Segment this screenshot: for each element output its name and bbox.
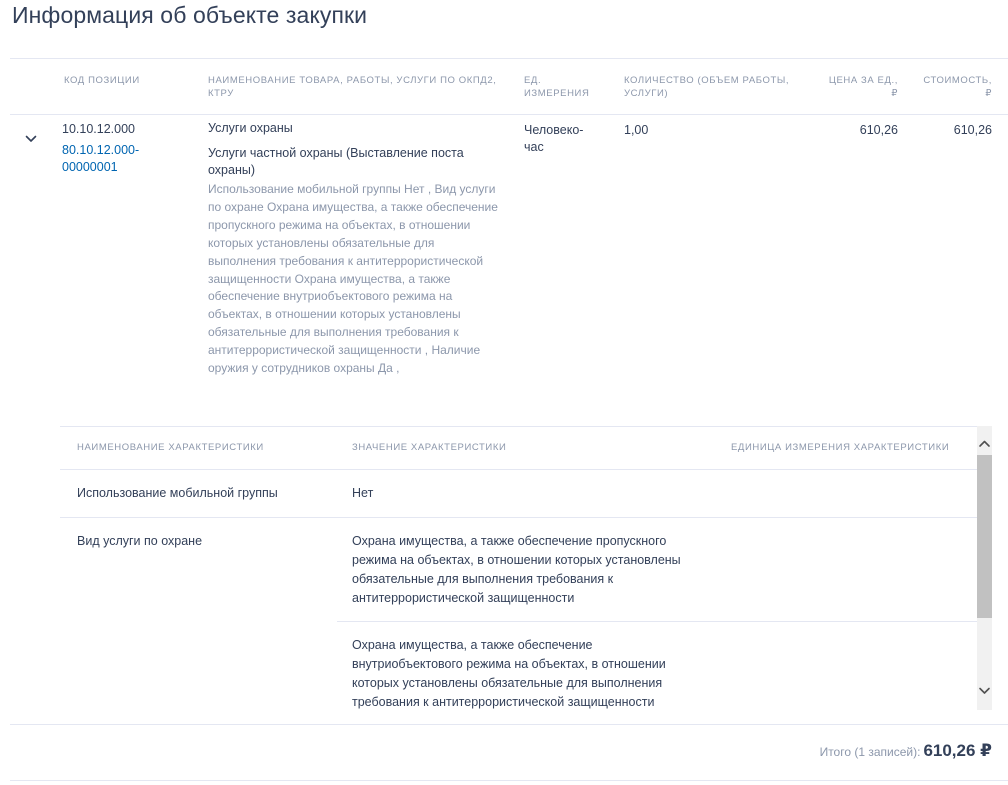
ktru-code-line1[interactable]: 80.10.12.000- — [62, 142, 139, 159]
col-header-unit-line2: ИЗМЕРЕНИЯ — [524, 88, 590, 99]
char-value-line: которых установлены обязательные для вып… — [352, 676, 663, 690]
col-header-quantity-line1: КОЛИЧЕСТВО (ОБЪЕМ РАБОТЫ, — [624, 75, 790, 86]
total-value: 610,26 ₽ — [923, 741, 992, 760]
item-description-line: пропускного режима на объектах, в отноше… — [208, 217, 471, 232]
item-description-line: по охране Охрана имущества, а также обес… — [208, 199, 498, 214]
table-top-divider — [10, 58, 1008, 59]
col-header-price-line2: ₽ — [891, 88, 898, 99]
chevron-down-icon[interactable] — [24, 132, 38, 146]
scroll-up-icon[interactable] — [977, 436, 992, 452]
col-header-name: НАИМЕНОВАНИЕ ТОВАРА, РАБОТЫ, УСЛУГИ ПО О… — [208, 74, 496, 100]
scrollbar-thumb[interactable] — [977, 455, 992, 618]
char-value-line: обязательные для выполнения требования к — [352, 572, 614, 586]
char-row-divider — [60, 517, 977, 518]
item-description-line: антитеррористической защищенности , Нали… — [208, 343, 481, 358]
char-row-name: Вид услуги по охране — [77, 534, 203, 548]
col-header-price: ЦЕНА ЗА ЕД., ₽ — [829, 74, 898, 100]
page-title: Информация об объекте закупки — [12, 2, 368, 28]
char-value-line: требования к антитеррористической защище… — [352, 695, 655, 709]
char-row-value: Охрана имущества, а также обеспечение пр… — [352, 532, 681, 608]
item-description-line: оружия у сотрудников охраны Да , — [208, 361, 400, 376]
col-header-name-line1: НАИМЕНОВАНИЕ ТОВАРА, РАБОТЫ, УСЛУГИ ПО О… — [208, 75, 497, 86]
col-header-price-line1: ЦЕНА ЗА ЕД., — [828, 75, 898, 86]
footer-divider — [10, 780, 1008, 781]
char-header-name: НАИМЕНОВАНИЕ ХАРАКТЕРИСТИКИ — [77, 442, 264, 453]
table-header-divider — [10, 114, 1008, 115]
char-value-line: режима на объектах, в отношении которых … — [352, 553, 681, 567]
item-quantity: 1,00 — [624, 123, 649, 137]
char-row-value: Нет — [352, 486, 374, 500]
char-row-value: Охрана имущества, а также обеспечение вн… — [352, 636, 666, 710]
item-cost: 610,26 — [953, 123, 992, 137]
char-value-line: антитеррористической защищенности — [352, 591, 575, 605]
char-value-divider — [337, 621, 977, 622]
col-header-quantity-line2: УСЛУГИ) — [624, 88, 669, 99]
ktru-code-link[interactable]: 80.10.12.000- 00000001 — [62, 142, 139, 176]
item-description-line: защищенности Охрана имущества, а также — [208, 271, 451, 286]
total-label: Итого (1 записей): — [819, 745, 921, 759]
item-description-line: которых установлены обязательные для — [208, 235, 435, 250]
char-header-unit: ЕДИНИЦА ИЗМЕРЕНИЯ ХАРАКТЕРИСТИКИ — [731, 442, 950, 453]
scroll-down-icon[interactable] — [977, 683, 992, 699]
col-header-cost-line2: ₽ — [985, 88, 992, 99]
col-header-quantity: КОЛИЧЕСТВО (ОБЪЕМ РАБОТЫ, УСЛУГИ) — [624, 74, 789, 100]
col-header-cost: СТОИМОСТЬ, ₽ — [923, 74, 992, 100]
item-name: Услуги охраны — [208, 121, 293, 135]
characteristics-header-divider — [60, 469, 977, 470]
item-description-line: выполнения требования к антитеррористиче… — [208, 253, 484, 268]
item-unit-line1: Человеко- — [524, 123, 584, 137]
characteristics-top-divider — [60, 426, 977, 427]
item-unit: Человеко- час — [524, 122, 583, 156]
item-description-line: обеспечение внутриобъектового режима на — [208, 289, 453, 304]
char-value-line: Охрана имущества, а также обеспечение — [352, 638, 593, 652]
char-value-line: Охрана имущества, а также обеспечение пр… — [352, 534, 667, 548]
item-unit-line2: час — [524, 140, 544, 154]
char-value-line: внутриобъектового режима на объектах, в … — [352, 657, 666, 671]
col-header-unit-line1: ЕД. — [524, 75, 542, 86]
char-row-name: Использование мобильной группы — [77, 486, 278, 500]
item-subname: Услуги частной охраны (Выставление поста… — [208, 145, 464, 179]
item-subname-line1: Услуги частной охраны (Выставление поста — [208, 146, 464, 160]
item-description-line: объектах, в отношении которых установлен… — [208, 307, 461, 322]
ktru-code-line2[interactable]: 00000001 — [62, 159, 139, 176]
item-description-line: Использование мобильной группы Нет , Вид… — [208, 182, 496, 196]
table-bottom-divider — [10, 724, 1008, 725]
item-description: Использование мобильной группы Нет , Вид… — [208, 181, 498, 378]
position-code: 10.10.12.000 — [62, 122, 135, 136]
char-header-value: ЗНАЧЕНИЕ ХАРАКТЕРИСТИКИ — [352, 442, 507, 453]
col-header-cost-line1: СТОИМОСТЬ, — [923, 75, 992, 86]
col-header-name-line2: КТРУ — [208, 88, 234, 99]
col-header-code: КОД ПОЗИЦИИ — [64, 75, 140, 86]
col-header-unit: ЕД. ИЗМЕРЕНИЯ — [524, 74, 589, 100]
item-subname-line2: охраны) — [208, 163, 256, 177]
total-summary: Итого (1 записей): 610,26 ₽ — [820, 741, 992, 761]
characteristics-table[interactable]: НАИМЕНОВАНИЕ ХАРАКТЕРИСТИКИ ЗНАЧЕНИЕ ХАР… — [60, 426, 977, 710]
item-price: 610,26 — [859, 123, 898, 137]
item-description-line: обязательные для выполнения требования к — [208, 325, 459, 340]
